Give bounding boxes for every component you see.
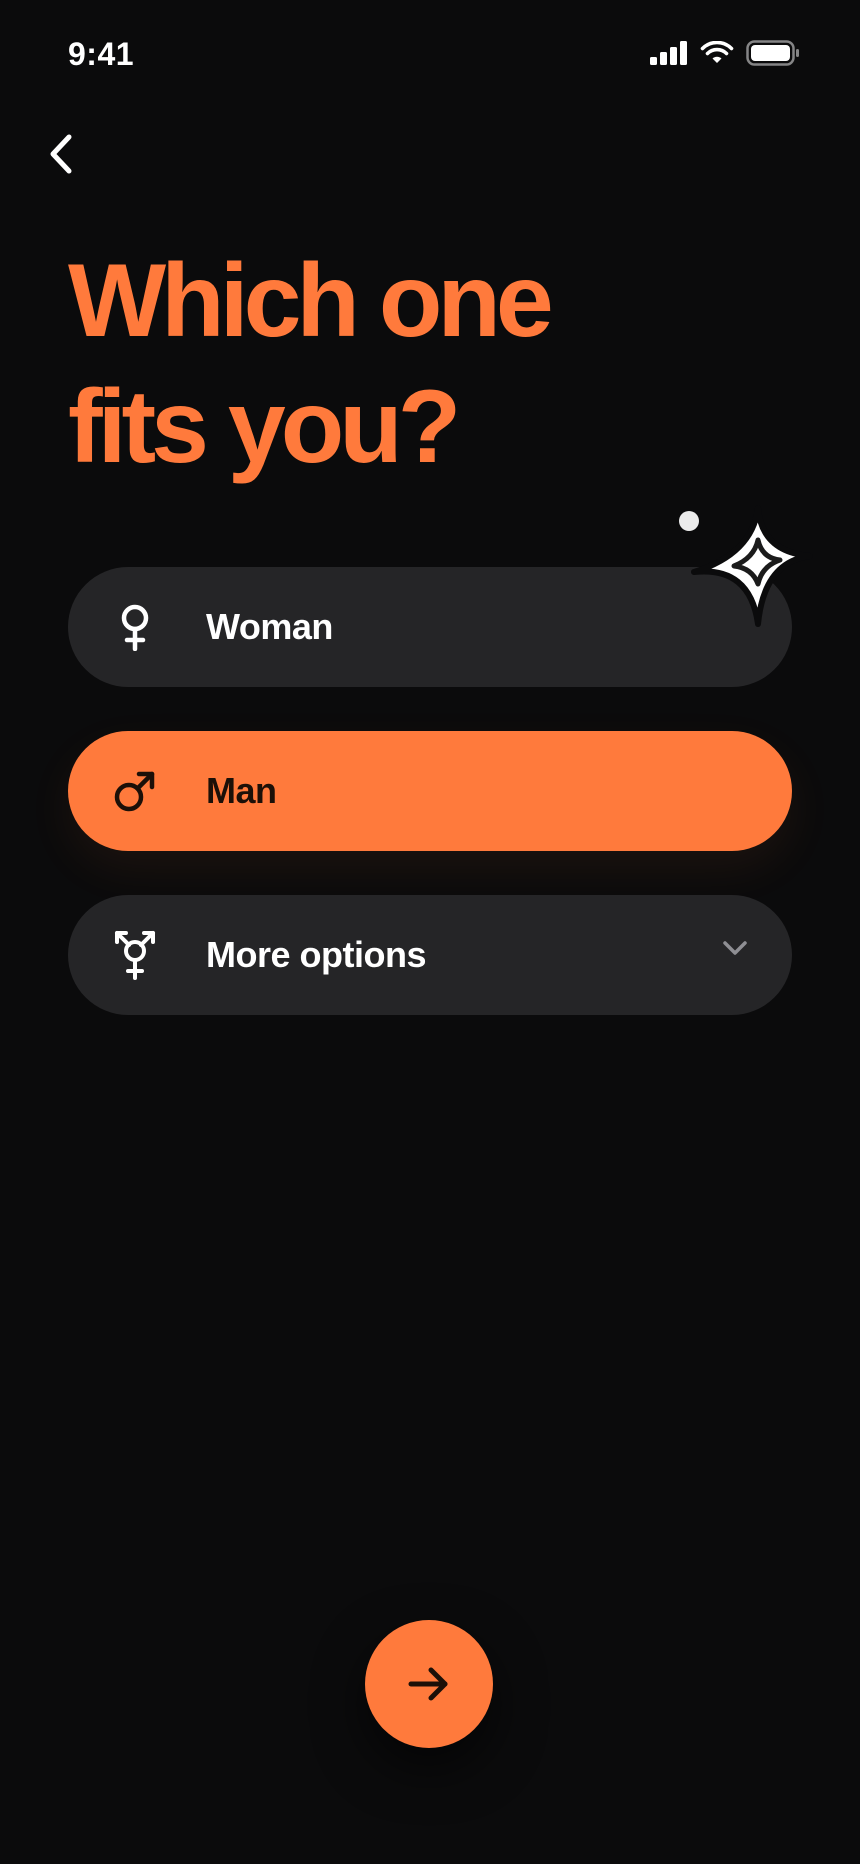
chevron-down-icon <box>723 941 747 955</box>
title-line-2: fits you? <box>68 369 461 485</box>
option-label: Woman <box>206 606 333 647</box>
wifi-icon <box>700 41 734 63</box>
female-symbol-icon <box>104 596 166 658</box>
status-time: 9:41 <box>68 36 135 72</box>
battery-icon <box>746 40 799 66</box>
arrow-right-icon <box>408 1667 448 1701</box>
transgender-symbol-icon <box>104 924 166 986</box>
option-label: More options <box>206 934 426 975</box>
option-label: Man <box>206 770 277 811</box>
male-symbol-icon <box>104 760 166 822</box>
gender-selection-screen: 9:41 Which one fits you? Woman Man More … <box>0 0 860 1864</box>
title-line-1: Which one <box>68 243 554 359</box>
more-options-dropdown[interactable]: More options <box>68 895 792 1015</box>
next-button[interactable] <box>365 1620 493 1748</box>
sparkle-icon <box>679 505 813 627</box>
option-man[interactable]: Man <box>68 731 792 851</box>
signal-icon <box>650 41 687 65</box>
back-button[interactable] <box>36 124 86 184</box>
page-title: Which one fits you? <box>68 238 748 490</box>
status-icons <box>650 40 800 66</box>
chevron-left-icon <box>50 134 72 174</box>
